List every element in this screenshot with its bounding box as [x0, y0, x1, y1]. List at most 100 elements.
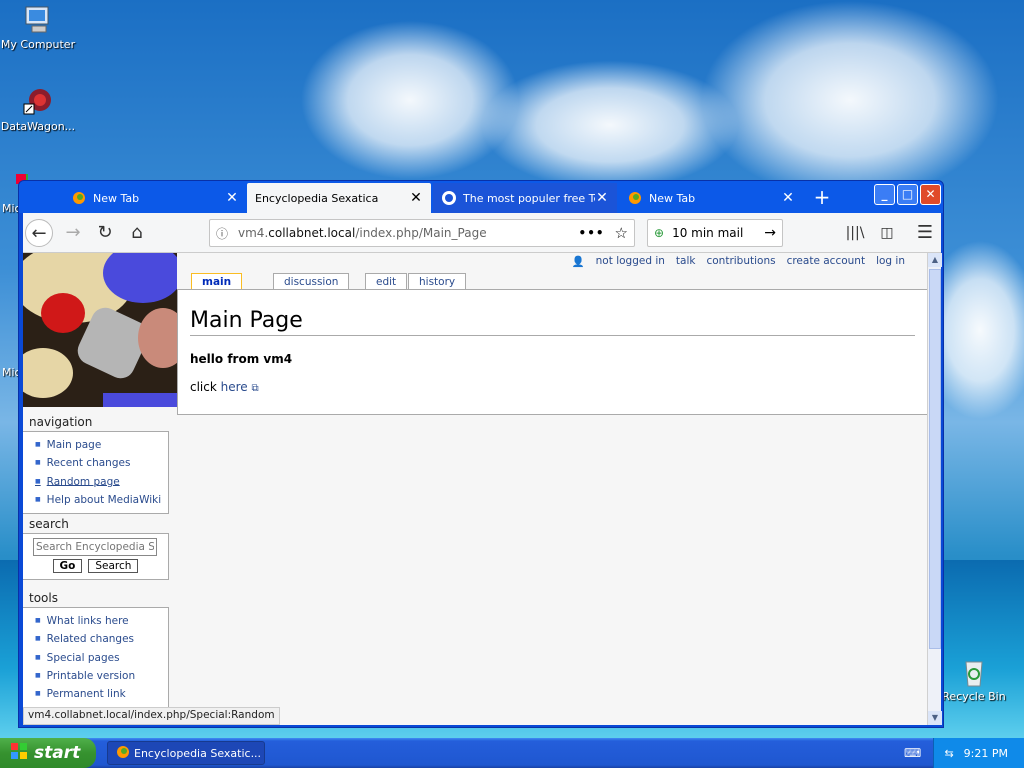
article-text: hello from vm4: [190, 352, 293, 366]
minimize-button[interactable]: _: [874, 184, 895, 205]
desktop-icon-datawagon[interactable]: DataWagon...: [0, 86, 76, 133]
computer-icon: [22, 4, 54, 36]
url-bar[interactable]: ⓘ vm4. collabnet.local/index.php/Main_Pag…: [209, 219, 635, 247]
close-icon[interactable]: ✕: [781, 190, 795, 206]
page-content: navigation Main page Recent changes Rand…: [23, 253, 927, 725]
wiki-search-input[interactable]: [33, 538, 157, 556]
navigation-portlet: navigation Main page Recent changes Rand…: [23, 415, 169, 514]
close-icon[interactable]: ✕: [225, 190, 239, 206]
desktop-icon-label: DataWagon...: [0, 120, 76, 133]
nav-link-random-page[interactable]: Random page: [35, 473, 162, 491]
page-title: Main Page: [190, 308, 915, 336]
tab-text-editor[interactable]: The most populer free Tex ✕: [433, 183, 617, 213]
new-tab-button[interactable]: +: [809, 185, 835, 211]
portlet-box: Go Search: [23, 533, 169, 580]
status-bar: vm4.collabnet.local/index.php/Special:Ra…: [23, 707, 280, 725]
search-engine-icon: ⊕: [654, 226, 665, 240]
nav-link-main-page[interactable]: Main page: [35, 436, 162, 454]
reload-button[interactable]: ↻: [91, 219, 119, 247]
tool-link-related-changes[interactable]: Related changes: [35, 630, 162, 648]
cloud: [480, 60, 740, 190]
search-portlet: search Go Search: [23, 517, 169, 580]
start-button[interactable]: start: [0, 738, 96, 768]
datawagon-icon: [22, 86, 54, 118]
close-window-button[interactable]: ✕: [920, 184, 941, 205]
desktop-icon-label: Recycle Bin: [942, 690, 1006, 703]
search-go-icon[interactable]: →: [764, 225, 776, 241]
home-button[interactable]: ⌂: [123, 219, 151, 247]
personal-link-talk[interactable]: talk: [676, 255, 696, 268]
personal-tools: 👤 not logged in talk contributions creat…: [572, 255, 905, 268]
keyboard-icon[interactable]: ⌨: [904, 746, 921, 760]
tab-new-tab[interactable]: New Tab ✕: [63, 183, 247, 213]
recycle-bin-icon: [958, 656, 990, 688]
scroll-down-icon[interactable]: ▼: [928, 711, 942, 725]
url-host: collabnet.local: [268, 226, 356, 240]
url-path: /index.php/Main_Page: [355, 226, 487, 240]
library-icon[interactable]: |||\: [841, 219, 869, 247]
desktop-icon-recycle-bin[interactable]: Recycle Bin: [936, 656, 1012, 703]
external-link-icon: ⧉: [251, 383, 259, 394]
tab-bar: New Tab ✕ Encyclopedia Sexatica ✕ The mo…: [19, 181, 943, 213]
windows-logo-icon: [10, 742, 28, 765]
tool-link-permanent-link[interactable]: Permanent link: [35, 685, 162, 703]
forward-button[interactable]: →: [59, 219, 87, 247]
search-button[interactable]: Search: [88, 559, 139, 573]
go-button[interactable]: Go: [52, 559, 83, 573]
network-icon[interactable]: ⇆: [944, 747, 953, 760]
scroll-thumb[interactable]: [929, 269, 941, 649]
clock: 9:21 PM: [963, 746, 1008, 760]
site-icon: [441, 190, 457, 206]
tab-label: New Tab: [93, 191, 140, 205]
tab-label: Encyclopedia Sexatica: [255, 191, 379, 205]
system-tray: ⇆ 9:21 PM: [933, 738, 1024, 768]
close-icon[interactable]: ✕: [595, 190, 609, 206]
sidebar-icon[interactable]: ◫: [873, 219, 901, 247]
vertical-scrollbar[interactable]: ▲ ▼: [927, 253, 942, 725]
portlet-heading: search: [29, 517, 69, 531]
tools-portlet: tools What links here Related changes Sp…: [23, 591, 169, 725]
tab-label: New Tab: [649, 191, 696, 205]
external-link[interactable]: here: [221, 380, 248, 394]
close-icon[interactable]: ✕: [409, 190, 423, 206]
navigation-toolbar: ← → ↻ ⌂ ⓘ vm4. collabnet.local/index.php/…: [23, 213, 941, 253]
tool-link-special-pages[interactable]: Special pages: [35, 649, 162, 667]
desktop-icon-my-computer[interactable]: My Computer: [0, 4, 76, 51]
cloud: [300, 20, 520, 180]
desktop-icon-label: My Computer: [0, 38, 76, 51]
article-text: click: [190, 380, 217, 394]
personal-link-log-in[interactable]: log in: [876, 255, 905, 268]
back-button[interactable]: ←: [25, 219, 53, 247]
portlet-heading: navigation: [29, 415, 93, 429]
search-bar-value: 10 min mail: [672, 226, 744, 240]
firefox-icon: [116, 745, 130, 762]
info-icon[interactable]: ⓘ: [216, 225, 228, 242]
nav-link-recent-changes[interactable]: Recent changes: [35, 454, 162, 472]
taskbar-item-firefox[interactable]: Encyclopedia Sexatic...: [107, 741, 265, 765]
portlet-box: Main page Recent changes Random page Hel…: [23, 431, 169, 514]
browser-window: New Tab ✕ Encyclopedia Sexatica ✕ The mo…: [18, 180, 944, 728]
tab-new-tab[interactable]: New Tab ✕: [619, 183, 803, 213]
tool-link-printable-version[interactable]: Printable version: [35, 667, 162, 685]
taskbar: start Encyclopedia Sexatic... ⌨ ⇆ 9:21 P…: [0, 738, 1024, 768]
tool-link-what-links-here[interactable]: What links here: [35, 612, 162, 630]
scroll-up-icon[interactable]: ▲: [928, 253, 942, 267]
personal-link-not-logged-in: not logged in: [595, 255, 665, 267]
personal-link-contributions[interactable]: contributions: [706, 255, 775, 268]
taskbar-item-label: Encyclopedia Sexatic...: [134, 746, 262, 760]
bookmark-star-icon[interactable]: ☆: [615, 224, 628, 242]
user-icon: 👤: [571, 256, 585, 268]
tab-encyclopedia[interactable]: Encyclopedia Sexatica ✕: [247, 183, 431, 213]
firefox-icon: [627, 190, 643, 206]
page-actions-icon[interactable]: •••: [579, 226, 605, 240]
url-host-prefix: vm4.: [238, 226, 269, 240]
maximize-button[interactable]: □: [897, 184, 918, 205]
wiki-logo[interactable]: [23, 253, 177, 407]
menu-icon[interactable]: ☰: [911, 219, 939, 247]
firefox-icon: [71, 190, 87, 206]
personal-link-create-account[interactable]: create account: [787, 255, 866, 268]
nav-link-help[interactable]: Help about MediaWiki: [35, 491, 162, 509]
search-bar[interactable]: ⊕ 10 min mail →: [647, 219, 783, 247]
start-label: start: [34, 743, 81, 763]
cloud: [700, 0, 1000, 200]
